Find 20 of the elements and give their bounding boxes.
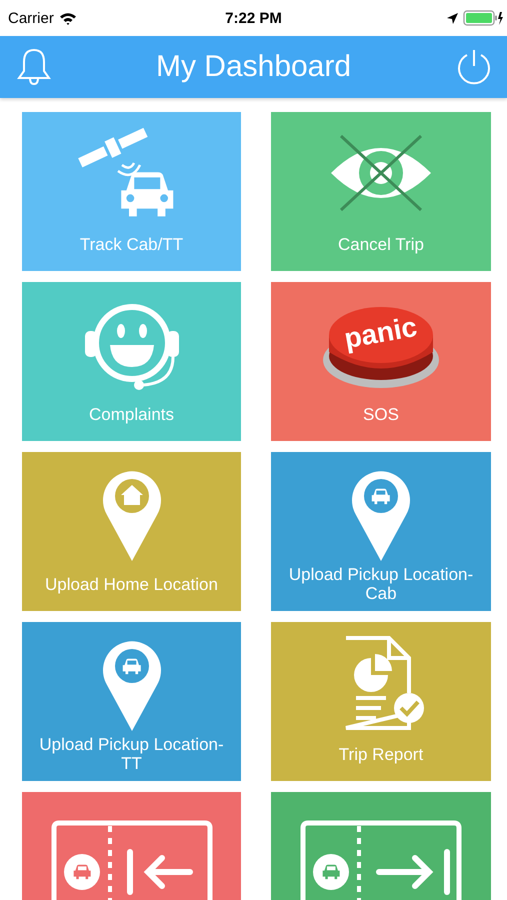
dashboard-tile[interactable]: Upload Pickup Location-TT <box>22 622 241 781</box>
button-label: panic <box>342 310 420 354</box>
dashboard-tile[interactable]: Upload Pickup Location-Cab <box>271 452 491 611</box>
tile-label: Complaints <box>88 404 174 426</box>
dashboard-tile[interactable]: Trip Report <box>271 622 491 781</box>
tile-label: Upload Pickup Location-Cab <box>288 565 474 603</box>
dashboard-tile[interactable]: Upload Home Location <box>22 452 241 611</box>
dashboard-tile[interactable]: panic SOS <box>271 282 491 441</box>
dashboard-tile[interactable]: Complaints <box>22 282 241 441</box>
status-time: 7:22 PM <box>225 10 282 26</box>
tile-label: Trip Report <box>338 744 424 766</box>
tile-label: Upload Home Location <box>45 574 218 596</box>
dashboard-tile[interactable]: Track Cab/TT <box>22 112 241 271</box>
tile-label: Track Cab/TT <box>80 234 184 256</box>
tile-label: Cancel Trip <box>338 234 424 256</box>
screen-title: My Dashboard <box>156 50 352 84</box>
tile-label: SOS <box>363 404 399 426</box>
tile-label: Upload Pickup Location-TT <box>38 735 225 773</box>
dashboard-tile[interactable]: Cancel Trip <box>271 112 491 271</box>
carrier-name: Carrier <box>8 10 54 26</box>
